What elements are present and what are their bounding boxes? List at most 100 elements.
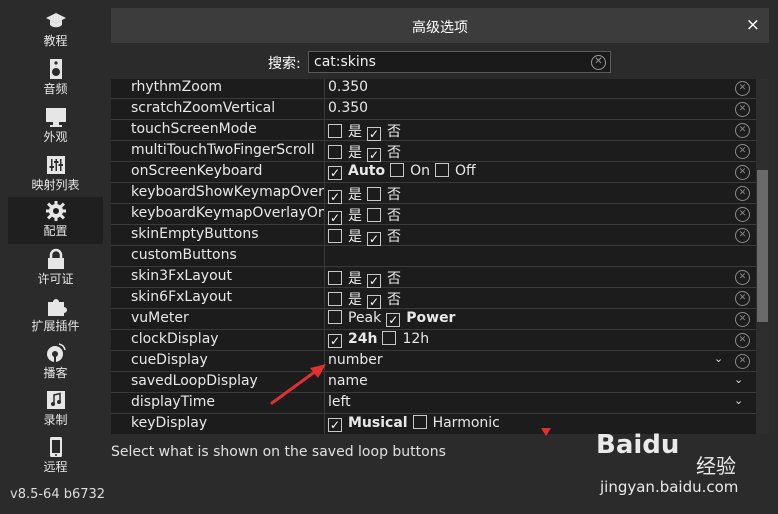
checkbox-checked[interactable]: ✓ (367, 232, 381, 246)
option-value[interactable]: ✓ 是否 (328, 205, 406, 225)
sidebar-item-record[interactable]: 录制 (8, 386, 103, 433)
table-row[interactable]: onScreenKeyboard ✓ Auto On Off ✕ (111, 162, 756, 183)
checkbox-option[interactable]: 是 (328, 289, 362, 309)
table-row[interactable]: touchScreenMode 是 ✓ 否 ✕ (111, 120, 756, 141)
checkbox-checked[interactable]: ✓ (367, 148, 381, 162)
checkbox-option[interactable]: ✓ 否 (367, 142, 401, 162)
options-table[interactable]: rhythmZoom 0.350 ✕ scratchZoomVertical 0.350… (111, 79, 756, 434)
option-value[interactable]: 是 ✓ 否 (328, 226, 406, 246)
checkbox-checked[interactable]: ✓ (386, 313, 401, 327)
checkbox-checked[interactable]: ✓ (367, 295, 381, 309)
checkbox-unchecked[interactable] (328, 292, 342, 306)
sidebar-item-remote[interactable]: 远程 (8, 433, 103, 480)
table-row[interactable]: savedLoopDisplay ⌄ name (111, 372, 756, 393)
checkbox-unchecked[interactable] (367, 187, 381, 201)
checkbox-unchecked[interactable] (390, 163, 405, 177)
checkbox-checked[interactable]: ✓ (367, 127, 381, 141)
checkbox-unchecked[interactable] (328, 229, 342, 243)
table-row[interactable]: customButtons (111, 246, 756, 267)
checkbox-option[interactable]: 否 (367, 184, 401, 204)
checkbox-option[interactable]: On (390, 163, 430, 179)
table-row[interactable]: keyboardKeymapOverlayOnShift✓是否✕ (111, 204, 756, 225)
option-dropdown[interactable]: name (328, 373, 748, 393)
checkbox-option[interactable]: ✓ 是 (328, 205, 362, 225)
table-row[interactable]: cueDisplay ⌄ number ✕ (111, 351, 756, 372)
reset-icon[interactable]: ✕ (735, 333, 750, 348)
table-row[interactable]: clockDisplay ✓ 24h 12h ✕ (111, 330, 756, 351)
table-row[interactable]: displayTime ⌄ left (111, 393, 756, 414)
option-dropdown[interactable]: left (328, 394, 748, 414)
sidebar-item-podcast[interactable]: 播客 (8, 339, 103, 386)
checkbox-option[interactable]: 是 (328, 121, 362, 141)
table-row[interactable]: skin6FxLayout 是 ✓ 否 ✕ (111, 288, 756, 309)
table-row[interactable]: keyboardShowKeymapOverlay ✓ 是否 ✕ (111, 183, 756, 204)
checkbox-checked[interactable]: ✓ (328, 418, 342, 432)
sidebar-item-appearance[interactable]: 外观 (8, 103, 103, 150)
checkbox-unchecked[interactable] (328, 271, 342, 285)
search-clear-icon[interactable]: ✕ (591, 55, 606, 70)
reset-icon[interactable]: ✕ (735, 270, 750, 285)
table-row[interactable]: multiTouchTwoFingerScroll 是 ✓ 否 ✕ (111, 141, 756, 162)
option-value[interactable]: 是 ✓ 否 (328, 121, 406, 141)
scrollbar-thumb[interactable] (757, 170, 768, 322)
checkbox-option[interactable]: ✓ Auto (328, 163, 385, 180)
reset-icon[interactable]: ✕ (735, 144, 750, 159)
checkbox-unchecked[interactable] (328, 310, 342, 324)
checkbox-option[interactable]: 是 (328, 226, 362, 246)
checkbox-option[interactable]: Harmonic (412, 415, 500, 431)
checkbox-option[interactable]: ✓ 是 (328, 184, 362, 204)
option-value[interactable]: 0.350 (328, 100, 368, 120)
checkbox-option[interactable]: ✓ 否 (367, 226, 401, 246)
reset-icon[interactable]: ✕ (735, 228, 750, 243)
checkbox-option[interactable]: Peak (328, 310, 381, 326)
checkbox-option[interactable]: 12h (382, 331, 429, 347)
option-value[interactable]: 是 ✓ 否 (328, 268, 406, 288)
checkbox-unchecked[interactable] (367, 208, 381, 222)
checkbox-option[interactable]: ✓ Musical (328, 415, 408, 432)
reset-icon[interactable]: ✕ (735, 102, 750, 117)
checkbox-option[interactable]: Off (435, 163, 476, 179)
reset-icon[interactable]: ✕ (735, 81, 750, 96)
table-row[interactable]: rhythmZoom 0.350 ✕ (111, 79, 756, 99)
checkbox-option[interactable]: 是 (328, 268, 362, 288)
option-value[interactable]: 是 ✓ 否 (328, 142, 406, 162)
close-button[interactable]: × (746, 16, 760, 34)
checkbox-unchecked[interactable] (382, 331, 397, 345)
reset-icon[interactable]: ✕ (735, 186, 750, 201)
sidebar-item-config[interactable]: 配置 (8, 197, 103, 244)
reset-icon[interactable]: ✕ (735, 312, 750, 327)
reset-icon[interactable]: ✕ (735, 123, 750, 138)
checkbox-checked[interactable]: ✓ (367, 274, 381, 288)
checkbox-unchecked[interactable] (412, 415, 427, 429)
checkbox-checked[interactable]: ✓ (328, 334, 342, 348)
option-value[interactable]: ✓ Musical Harmonic (328, 415, 505, 434)
checkbox-option[interactable]: ✓ Power (386, 310, 455, 327)
table-row[interactable]: skin3FxLayout 是 ✓ 否 ✕ (111, 267, 756, 288)
option-value[interactable]: ✓ 是否 (328, 184, 406, 204)
reset-icon[interactable]: ✕ (735, 165, 750, 180)
reset-icon[interactable]: ✕ (735, 354, 750, 369)
checkbox-checked[interactable]: ✓ (328, 211, 342, 225)
option-value[interactable]: 是 ✓ 否 (328, 289, 406, 309)
checkbox-checked[interactable]: ✓ (328, 190, 342, 204)
checkbox-checked[interactable]: ✓ (328, 166, 342, 180)
checkbox-option[interactable]: ✓ 否 (367, 121, 401, 141)
reset-icon[interactable]: ✕ (735, 207, 750, 222)
checkbox-unchecked[interactable] (328, 145, 342, 159)
table-row[interactable]: vuMeter Peak ✓ Power ✕ (111, 309, 756, 330)
option-value[interactable]: ✓ Auto On Off (328, 163, 481, 183)
option-value[interactable]: 0.350 (328, 79, 368, 99)
table-row[interactable]: scratchZoomVertical 0.350 ✕ (111, 99, 756, 120)
checkbox-option[interactable]: 是 (328, 142, 362, 162)
sidebar-item-license[interactable]: 许可证 (8, 245, 103, 292)
search-input[interactable]: cat:skins ✕ (308, 51, 611, 73)
checkbox-option[interactable]: 否 (367, 205, 401, 225)
checkbox-option[interactable]: ✓ 否 (367, 289, 401, 309)
checkbox-unchecked[interactable] (435, 163, 450, 177)
sidebar-item-audio[interactable]: 音频 (8, 55, 103, 102)
sidebar-item-tutorial[interactable]: 教程 (8, 7, 103, 54)
sidebar-item-plugins[interactable]: 扩展插件 (8, 292, 103, 339)
checkbox-unchecked[interactable] (328, 124, 342, 138)
reset-icon[interactable]: ✕ (735, 291, 750, 306)
option-dropdown[interactable]: number (328, 352, 748, 372)
